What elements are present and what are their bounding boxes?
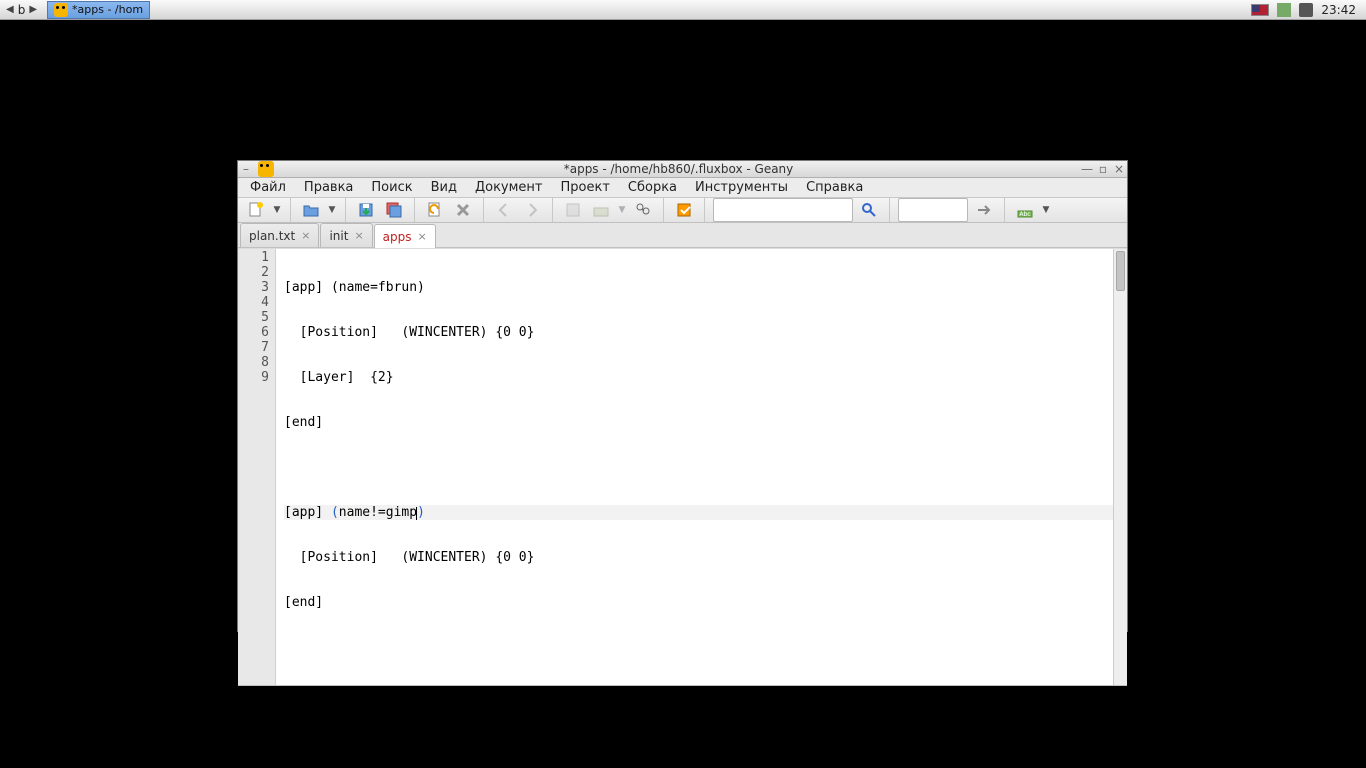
code-line: [app] (name=fbrun): [284, 280, 1127, 295]
window-menu-icon[interactable]: –: [238, 162, 254, 176]
toolbar-sep: [414, 198, 415, 222]
tab-close-icon[interactable]: ×: [418, 230, 427, 243]
menu-document[interactable]: Документ: [467, 178, 551, 197]
menu-edit[interactable]: Правка: [296, 178, 361, 197]
statusbar: строка: 6 / 9 столбец: 6 выделено: 0 ВСТ…: [238, 685, 1127, 686]
toolbar: ▼ ▼ ▼: [238, 198, 1127, 223]
code-area[interactable]: [app] (name=fbrun) [Position] (WINCENTER…: [276, 249, 1127, 685]
toolbar-sep: [290, 198, 291, 222]
menu-help[interactable]: Справка: [798, 178, 871, 197]
status-scope: област...: [985, 685, 1035, 686]
nav-b[interactable]: b: [18, 3, 26, 17]
goto-line-button[interactable]: [972, 198, 996, 222]
tab-close-icon[interactable]: ×: [354, 229, 363, 242]
taskbar-nav: ◀ b ▶: [0, 3, 43, 17]
status-encoding: кодировка: UTF-8: [738, 685, 839, 686]
status-insert: ВСТ: [500, 685, 522, 686]
tab-plan-txt[interactable]: plan.txt ×: [240, 223, 319, 247]
status-modified: МОД: [580, 685, 607, 686]
tray-icon-1[interactable]: [1277, 3, 1291, 17]
color-chooser-button[interactable]: [672, 198, 696, 222]
menu-tools[interactable]: Инструменты: [687, 178, 796, 197]
tab-apps[interactable]: apps ×: [374, 224, 436, 248]
code-line: [end]: [284, 595, 1127, 610]
tab-init[interactable]: init ×: [320, 223, 372, 247]
volume-icon[interactable]: [1299, 3, 1313, 17]
keyboard-layout-icon[interactable]: [1251, 4, 1269, 16]
goto-line-input[interactable]: [898, 198, 968, 222]
find-button[interactable]: [857, 198, 881, 222]
minimize-button[interactable]: —: [1079, 162, 1095, 176]
code-line-current: [app] (name!=gimp): [284, 505, 1127, 520]
run-button[interactable]: [631, 198, 655, 222]
menu-project[interactable]: Проект: [553, 178, 618, 197]
code-line: [Position] (WINCENTER) {0 0}: [284, 325, 1127, 340]
window-title: *apps - /home/hb860/.fluxbox - Geany: [278, 162, 1079, 176]
geany-window: – *apps - /home/hb860/.fluxbox - Geany —…: [237, 160, 1128, 632]
toolbar-sep: [663, 198, 664, 222]
taskbar-task-geany[interactable]: *apps - /hom: [47, 1, 150, 19]
revert-button[interactable]: [423, 198, 447, 222]
save-all-button[interactable]: [382, 198, 406, 222]
toolbar-sep: [483, 198, 484, 222]
build-button[interactable]: [589, 198, 613, 222]
editor[interactable]: 123456789 [app] (name=fbrun) [Position] …: [238, 248, 1127, 685]
system-tray: 23:42: [1251, 3, 1366, 17]
menubar: Файл Правка Поиск Вид Документ Проект Сб…: [238, 178, 1127, 198]
status-mode: режим: Unix (LF): [625, 685, 720, 686]
vertical-scrollbar[interactable]: [1113, 249, 1127, 685]
open-file-dropdown[interactable]: ▼: [327, 205, 337, 215]
code-line: [end]: [284, 415, 1127, 430]
nav-forward-button[interactable]: [520, 198, 544, 222]
open-file-button[interactable]: [299, 198, 323, 222]
compile-button[interactable]: [561, 198, 585, 222]
nav-next-icon[interactable]: ▶: [29, 4, 37, 15]
svg-text:Abc: Abc: [1019, 211, 1030, 218]
preferences-dropdown[interactable]: ▼: [1041, 205, 1051, 215]
titlebar[interactable]: – *apps - /home/hb860/.fluxbox - Geany —…: [238, 161, 1127, 178]
menu-file[interactable]: Файл: [242, 178, 294, 197]
clock[interactable]: 23:42: [1321, 3, 1356, 17]
build-dropdown[interactable]: ▼: [617, 205, 627, 215]
search-input[interactable]: [713, 198, 853, 222]
status-tab: ТАБ: [540, 685, 562, 686]
code-line: [Layer] {2}: [284, 370, 1127, 385]
status-filetype: тип файла: Пустой: [857, 685, 967, 686]
scrollbar-thumb[interactable]: [1116, 251, 1125, 291]
geany-task-icon: [54, 3, 68, 17]
system-taskbar: ◀ b ▶ *apps - /hom 23:42: [0, 0, 1366, 20]
line-number-gutter: 123456789: [238, 249, 276, 685]
code-line: [Position] (WINCENTER) {0 0}: [284, 550, 1127, 565]
tab-label: init: [329, 229, 348, 243]
close-button[interactable]: ×: [1111, 162, 1127, 176]
code-line: [284, 640, 1127, 655]
preferences-button[interactable]: Abc: [1013, 198, 1037, 222]
nav-back-button[interactable]: [492, 198, 516, 222]
menu-view[interactable]: Вид: [423, 178, 465, 197]
save-button[interactable]: [354, 198, 378, 222]
taskbar-task-label: *apps - /hom: [72, 3, 143, 16]
new-file-button[interactable]: [244, 198, 268, 222]
tab-close-icon[interactable]: ×: [301, 229, 310, 242]
toolbar-sep: [552, 198, 553, 222]
status-column: столбец: 6: [331, 685, 392, 686]
status-selection: выделено: 0: [411, 685, 482, 686]
tab-label: plan.txt: [249, 229, 295, 243]
maximize-button[interactable]: ▫: [1095, 162, 1111, 176]
toolbar-sep: [1004, 198, 1005, 222]
menu-build[interactable]: Сборка: [620, 178, 685, 197]
new-file-dropdown[interactable]: ▼: [272, 205, 282, 215]
toolbar-sep: [345, 198, 346, 222]
status-line: строка: 6 / 9: [242, 685, 313, 686]
menu-search[interactable]: Поиск: [363, 178, 420, 197]
toolbar-sep: [704, 198, 705, 222]
document-tabbar: plan.txt × init × apps ×: [238, 223, 1127, 248]
toolbar-sep: [889, 198, 890, 222]
code-line: [284, 460, 1127, 475]
tab-label: apps: [383, 230, 412, 244]
close-file-button[interactable]: [451, 198, 475, 222]
nav-prev-icon[interactable]: ◀: [6, 4, 14, 15]
geany-app-icon: [258, 161, 274, 177]
